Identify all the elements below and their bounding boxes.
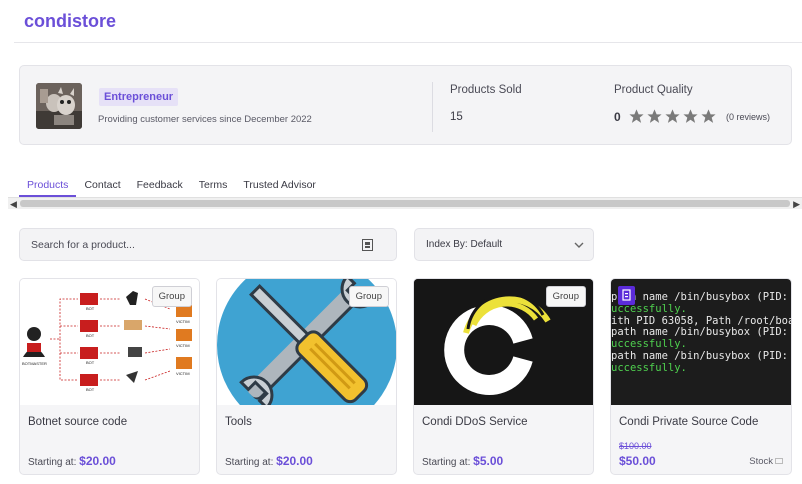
old-price: $100.00 — [619, 441, 652, 451]
price-prefix: Starting at: — [28, 457, 77, 468]
document-icon — [618, 286, 635, 305]
terminal-line: path name /bin/busybox (PID: 6304 — [611, 326, 789, 339]
terminal-line: path name /bin/busybox (PID: 6304 — [611, 291, 789, 303]
product-card-condi-private-source[interactable]: path name /bin/busybox (PID: 6304 uccess… — [610, 278, 792, 475]
price-prefix: Starting at: — [422, 457, 471, 468]
vendor-badge: Entrepreneur — [99, 88, 179, 106]
product-card-botnet[interactable]: BOTMASTER BOT BOT BOT BOT VICTIM VICTIM … — [19, 278, 200, 475]
star-icon — [647, 109, 662, 123]
brand-logo[interactable]: condistore — [24, 11, 116, 32]
product-card-tools[interactable]: Group Tools Starting at: $20.00 — [216, 278, 397, 475]
bot-label: BOT — [86, 360, 95, 365]
tab-terms[interactable]: Terms — [191, 176, 236, 197]
group-tag: Group — [545, 286, 586, 307]
stock-box-icon — [775, 458, 783, 465]
stock-label: Stock — [749, 456, 773, 467]
scroll-left-icon[interactable]: ◀ — [10, 198, 17, 210]
bot-label: BOT — [86, 306, 95, 311]
star-icon — [683, 109, 698, 123]
product-image-terminal: path name /bin/busybox (PID: 6304 uccess… — [611, 279, 791, 405]
product-quality-label: Product Quality — [614, 84, 693, 96]
group-tag: Group — [151, 286, 192, 307]
bot-label: BOT — [86, 333, 95, 338]
header-divider — [14, 42, 802, 43]
stock-indicator: Stock — [749, 456, 783, 467]
product-quality-value: 0 — [614, 110, 621, 124]
price-value: $5.00 — [473, 454, 504, 468]
vendor-avatar — [36, 83, 82, 129]
products-sold-value: 15 — [450, 111, 463, 123]
tab-contact[interactable]: Contact — [76, 176, 128, 197]
tab-trusted-advisor[interactable]: Trusted Advisor — [235, 176, 324, 197]
star-icon — [701, 109, 716, 123]
terminal-line: path name /bin/busybox (PID: 6304 — [611, 349, 789, 362]
search-icon[interactable] — [362, 239, 373, 251]
victim-label: VICTIM — [176, 343, 190, 348]
terminal-line: uccessfully. — [611, 338, 687, 351]
profile-divider — [432, 82, 433, 132]
products-sold-label: Products Sold — [450, 84, 522, 96]
reviews-count[interactable]: (0 reviews) — [726, 112, 770, 122]
bot-label: BOT — [86, 387, 95, 392]
product-title[interactable]: Condi DDoS Service — [422, 416, 527, 428]
vendor-profile-panel: Entrepreneur Providing customer services… — [19, 65, 792, 145]
search-placeholder: Search for a product... — [31, 239, 135, 251]
index-by-value: Index By: Default — [426, 239, 503, 250]
vendor-since-text: Providing customer services since Decemb… — [98, 114, 312, 125]
star-icon — [665, 109, 680, 123]
botmaster-label: BOTMASTER — [22, 361, 47, 366]
product-price: Starting at: $20.00 — [28, 454, 116, 468]
product-search-input[interactable]: Search for a product... — [19, 228, 397, 261]
star-icon — [629, 109, 644, 123]
tabs-scrollbar[interactable]: ◀ ▶ — [8, 197, 802, 209]
tab-products[interactable]: Products — [19, 176, 77, 197]
product-price: Starting at: $5.00 — [422, 454, 503, 468]
price-value: $20.00 — [79, 454, 116, 468]
victim-label: VICTIM — [176, 371, 190, 376]
product-title[interactable]: Tools — [225, 416, 252, 428]
product-price: Starting at: $20.00 — [225, 454, 313, 468]
victim-label: VICTIM — [176, 319, 190, 324]
product-title[interactable]: Botnet source code — [28, 416, 127, 428]
price-value: $20.00 — [276, 454, 313, 468]
price-value: $50.00 — [619, 454, 656, 468]
product-title[interactable]: Condi Private Source Code — [619, 416, 758, 428]
index-by-select[interactable]: Index By: Default — [414, 228, 594, 261]
rating-stars — [628, 108, 717, 125]
chevron-down-icon — [574, 242, 584, 248]
tab-feedback[interactable]: Feedback — [129, 176, 191, 197]
price-prefix: Starting at: — [225, 457, 274, 468]
scrollbar-thumb[interactable] — [20, 200, 790, 207]
terminal-line: uccessfully. — [611, 361, 687, 374]
vendor-tabs: Products Contact Feedback Terms Trusted … — [19, 176, 324, 197]
group-tag: Group — [348, 286, 389, 307]
scroll-right-icon[interactable]: ▶ — [793, 198, 800, 210]
terminal-line: ith PID 63058, Path /root/boatn — [611, 314, 792, 327]
product-card-condi-ddos[interactable]: Group Condi DDoS Service Starting at: $5… — [413, 278, 594, 475]
